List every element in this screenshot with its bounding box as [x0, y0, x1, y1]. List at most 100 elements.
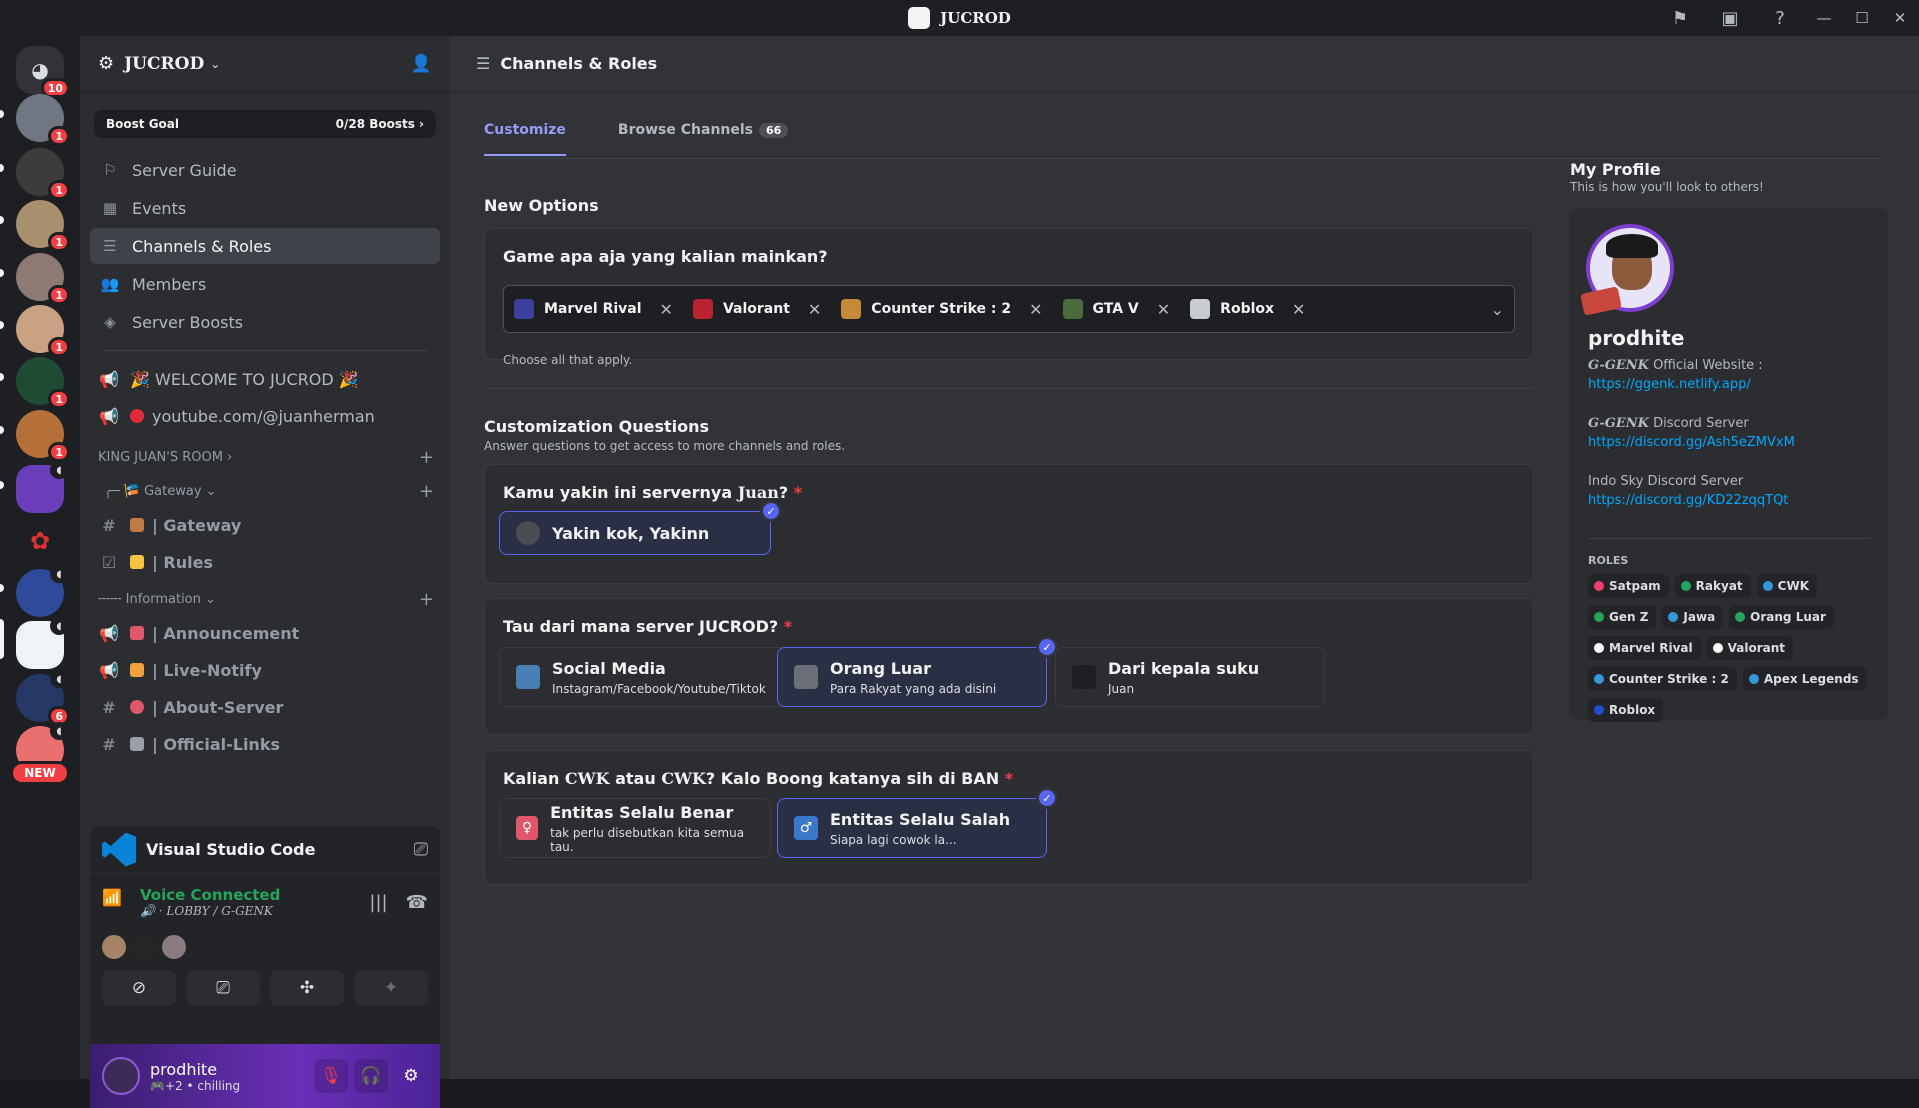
camera-off-button[interactable]: ⊘ [102, 970, 176, 1006]
profile-link[interactable]: https://ggenk.netlify.app/ [1588, 375, 1878, 394]
channel-youtube[interactable]: 📢 youtube.com/@juanherman [90, 398, 440, 434]
flag-icon[interactable]: ⚑ [1667, 5, 1693, 31]
profile-subtitle: This is how you'll look to others! [1570, 180, 1764, 194]
role-chip[interactable]: Valorant [1706, 636, 1793, 660]
option-selalu-salah[interactable]: ♂ Entitas Selalu Salah Siapa lagi cowok l… [777, 787, 1058, 858]
server-icon[interactable]: 1 [16, 410, 70, 462]
profile-link[interactable]: https://discord.gg/Ash5eZMVxM [1588, 433, 1878, 452]
role-chip[interactable]: Counter Strike : 2 [1588, 667, 1737, 691]
server-icon[interactable]: 1 [16, 94, 70, 146]
help-icon[interactable]: ? [1767, 5, 1793, 31]
server-badge-icon: ⚙ [98, 53, 115, 74]
server-header[interactable]: ⚙ JUCROD ⌄ 👤 [80, 36, 450, 92]
channel-announcement[interactable]: 📢 | Announcement [90, 615, 440, 651]
remove-tag-icon[interactable]: ✕ [1157, 300, 1170, 319]
server-icon[interactable]: ◖ [16, 617, 68, 669]
profile-avatar[interactable] [1580, 224, 1674, 316]
minimize-button[interactable]: — [1805, 9, 1843, 27]
remove-tag-icon[interactable]: ✕ [1292, 300, 1305, 319]
tag-chip[interactable]: Counter Strike : 2 ✕ [841, 299, 1043, 319]
role-chip[interactable]: Roblox [1588, 698, 1664, 722]
server-icon[interactable]: 1 [16, 148, 70, 200]
soundboard-button[interactable]: ✦ [354, 970, 428, 1006]
disconnect-icon[interactable]: ☎ [406, 892, 428, 913]
home-discord-button[interactable]: ◕ 10 [16, 46, 70, 98]
share-screen-button[interactable]: ⎚ [186, 970, 260, 1006]
server-icon[interactable]: ◖ [16, 461, 68, 513]
channel-about-server[interactable]: # | About-Server [90, 689, 440, 725]
maximize-button[interactable]: ☐ [1843, 9, 1881, 27]
category-king-juan[interactable]: KING JUAN'S ROOM › + [80, 442, 450, 472]
role-chip[interactable]: Marvel Rival [1588, 636, 1701, 660]
voice-status[interactable]: Voice Connected [140, 886, 369, 904]
server-icon[interactable]: 1 [16, 305, 70, 357]
channel-official-links[interactable]: # | Official-Links [90, 726, 440, 762]
nav-members[interactable]: 👥 Members [90, 266, 440, 302]
server-icon[interactable]: ◖ 6 [16, 670, 70, 726]
role-color-dot [1594, 612, 1604, 622]
remove-tag-icon[interactable]: ✕ [660, 300, 673, 319]
nav-server-boosts[interactable]: ◈ Server Boosts [90, 304, 440, 340]
profile-link[interactable]: https://discord.gg/KD22zqqTQt [1588, 491, 1878, 510]
server-icon[interactable]: ✿ [16, 517, 64, 565]
participant-avatar[interactable] [162, 935, 186, 959]
role-chip[interactable]: Gen Z [1588, 605, 1657, 629]
boost-goal-bar[interactable]: Boost Goal 0/28 Boosts › [94, 110, 436, 138]
chevron-down-icon[interactable]: ⌄ [1491, 300, 1504, 319]
role-color-dot [1680, 581, 1691, 591]
server-icon[interactable]: ◖ [16, 565, 68, 617]
server-icon[interactable]: 1 [16, 200, 70, 252]
activities-button[interactable]: ✣ [270, 970, 344, 1006]
tag-chip[interactable]: Marvel Rival ✕ [514, 299, 673, 319]
chevron-down-icon: ⌄ [210, 56, 221, 71]
remove-tag-icon[interactable]: ✕ [808, 300, 821, 319]
channel-gateway[interactable]: # | Gateway [90, 507, 440, 543]
tag-chip[interactable]: GTA V ✕ [1062, 299, 1170, 319]
role-chip[interactable]: Jawa [1662, 605, 1724, 629]
stream-icon[interactable]: ⎚ [414, 839, 428, 860]
inbox-icon[interactable]: ▣ [1717, 5, 1743, 31]
role-chip[interactable]: CWK [1756, 574, 1817, 598]
option-kepala-suku[interactable]: Dari kepala suku Juan [1055, 647, 1325, 707]
noise-suppression-icon[interactable]: ||| [369, 892, 387, 913]
option-selalu-benar[interactable]: ♀ Entitas Selalu Benar tak perlu disebutk… [499, 798, 771, 858]
add-channel-icon[interactable]: + [419, 447, 434, 468]
role-chip[interactable]: Apex Legends [1742, 667, 1867, 691]
participant-avatar[interactable] [132, 935, 156, 959]
invite-people-icon[interactable]: 👤 [411, 54, 432, 74]
category-information[interactable]: ╌╌╌ Information ⌄ + [80, 584, 450, 614]
add-channel-icon[interactable]: + [419, 481, 434, 502]
deafen-icon[interactable]: 🎧 [354, 1059, 388, 1093]
channel-live-notify[interactable]: 📢 | Live-Notify [90, 652, 440, 688]
role-chip[interactable]: Satpam [1588, 574, 1669, 598]
participant-avatar[interactable] [102, 935, 126, 959]
option-title: Orang Luar [830, 658, 931, 678]
close-window-button[interactable]: ✕ [1881, 9, 1919, 27]
server-icon[interactable]: 1 [16, 253, 70, 305]
option-orang-luar[interactable]: Orang Luar Para Rakyat yang ada disini ✓ [777, 636, 1058, 707]
role-chip[interactable]: Rakyat [1674, 574, 1751, 598]
channel-welcome[interactable]: 📢 🎉 WELCOME TO JUCROD 🎉 [90, 361, 440, 397]
tag-chip[interactable]: Valorant ✕ [692, 299, 821, 319]
avatar[interactable] [102, 1057, 140, 1095]
tab-customize[interactable]: Customize [484, 122, 566, 156]
nav-server-guide[interactable]: ⚐ Server Guide [90, 152, 440, 188]
server-icon[interactable]: 1 [16, 357, 70, 409]
remove-tag-icon[interactable]: ✕ [1029, 300, 1042, 319]
tab-browse-channels[interactable]: Browse Channels 66 [618, 122, 789, 156]
user-panel[interactable]: prodhite 🎮+2 • chilling 🎙 🎧 ⚙ [90, 1044, 440, 1108]
role-chip[interactable]: Orang Luar [1729, 605, 1834, 629]
settings-gear-icon[interactable]: ⚙ [394, 1059, 428, 1093]
nav-channels-roles[interactable]: ☰ Channels & Roles [90, 228, 440, 264]
category-gateway[interactable]: ╭─ 🎏 Gateway ⌄ + [80, 476, 450, 506]
signal-icon[interactable]: 📶 [102, 888, 130, 916]
tag-chip[interactable]: Roblox ✕ [1190, 299, 1305, 319]
red-circle-icon [130, 409, 144, 423]
games-multiselect[interactable]: Marvel Rival ✕ Valorant ✕ Counter Strike :… [503, 285, 1515, 333]
channel-rules[interactable]: ☑ | Rules [90, 544, 440, 580]
mute-mic-icon[interactable]: 🎙 [314, 1059, 348, 1093]
new-badge[interactable]: NEW [10, 761, 70, 785]
add-channel-icon[interactable]: + [419, 589, 434, 610]
nav-events[interactable]: ▦ Events [90, 190, 440, 226]
option-yakin[interactable]: Yakin kok, Yakinn ✓ [499, 500, 782, 555]
